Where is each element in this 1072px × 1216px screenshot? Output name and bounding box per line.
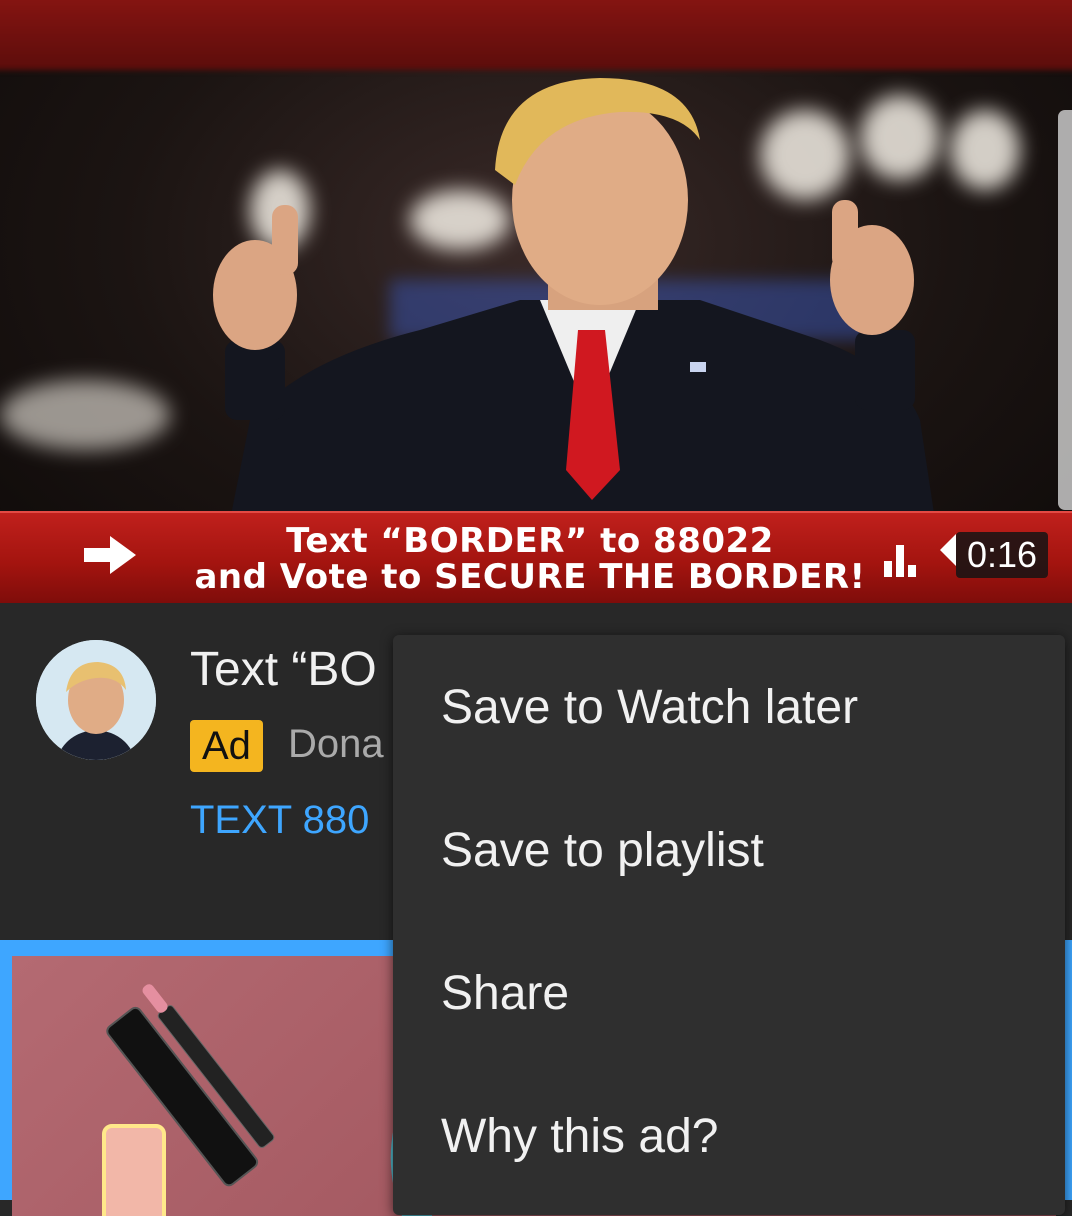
- equalizer-icon: [884, 545, 916, 577]
- menu-item-share[interactable]: Share: [393, 923, 1065, 1065]
- menu-item-save-playlist[interactable]: Save to playlist: [393, 780, 1065, 922]
- ad-cta-link[interactable]: TEXT 880: [190, 798, 369, 843]
- video-duration: 0:16: [956, 532, 1048, 578]
- volume-icon[interactable]: [930, 530, 958, 570]
- video-player[interactable]: Text “BORDER” to 88022 and Vote to SECUR…: [0, 0, 1072, 603]
- scrollbar[interactable]: [1058, 110, 1072, 510]
- ad-options-menu: Save to Watch later Save to playlist Sha…: [393, 635, 1065, 1215]
- advertiser-avatar-image: [36, 640, 156, 760]
- menu-item-save-watch-later[interactable]: Save to Watch later: [393, 637, 1065, 779]
- advertiser-name: Dona: [288, 722, 384, 766]
- menu-item-why-this-ad[interactable]: Why this ad?: [393, 1066, 1065, 1208]
- lipstick-image: [102, 984, 432, 1216]
- ad-title[interactable]: Text “BO: [190, 642, 377, 697]
- ad-badge: Ad: [190, 720, 263, 772]
- advertiser-avatar[interactable]: [36, 640, 156, 760]
- banner-text-line-2: and Vote to SECURE THE BORDER!: [194, 557, 866, 597]
- banner-text-line-1: Text “BORDER” to 88022: [286, 521, 774, 561]
